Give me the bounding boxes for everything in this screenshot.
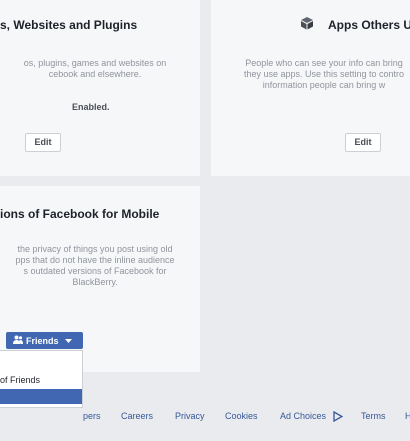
- cube-icon: [300, 16, 314, 30]
- footer-link-privacy[interactable]: Privacy: [175, 411, 205, 421]
- menu-item-selected[interactable]: [0, 389, 82, 404]
- edit-button[interactable]: Edit: [25, 133, 61, 152]
- audience-label: Friends: [26, 335, 59, 346]
- card-title: ions of Facebook for Mobile: [0, 207, 160, 221]
- card-title: s, Websites and Plugins: [0, 18, 138, 32]
- footer-link-terms[interactable]: Terms: [361, 411, 386, 421]
- chevron-down-icon: [64, 336, 72, 346]
- footer-link-cookies[interactable]: Cookies: [225, 411, 258, 421]
- footer-link-careers[interactable]: Careers: [121, 411, 153, 421]
- apps-others-use-card: Apps Others U People who can see your in…: [211, 0, 410, 176]
- edit-button[interactable]: Edit: [345, 133, 381, 152]
- audience-dropdown-menu: of Friends: [0, 350, 83, 408]
- card-description: os, plugins, games and websites on ceboo…: [23, 58, 167, 79]
- footer-link-developers[interactable]: pers: [83, 411, 101, 421]
- friends-icon: [13, 335, 23, 346]
- audience-selector-button[interactable]: Friends: [6, 332, 83, 349]
- status-text: Enabled.: [72, 102, 110, 112]
- card-title: Apps Others U: [328, 18, 410, 32]
- apps-websites-plugins-card: s, Websites and Plugins os, plugins, gam…: [0, 0, 200, 176]
- footer-links: pers Careers Privacy Cookies Ad Choices …: [0, 410, 410, 425]
- ad-choices-icon: [333, 410, 344, 424]
- card-description: the privacy of things you post using old…: [15, 244, 175, 287]
- menu-item-friends-of-friends[interactable]: of Friends: [0, 375, 40, 385]
- footer-link-ad-choices[interactable]: Ad Choices: [280, 411, 326, 421]
- card-description: People who can see your info can bring t…: [243, 58, 405, 90]
- footer-link-help[interactable]: H: [405, 411, 410, 421]
